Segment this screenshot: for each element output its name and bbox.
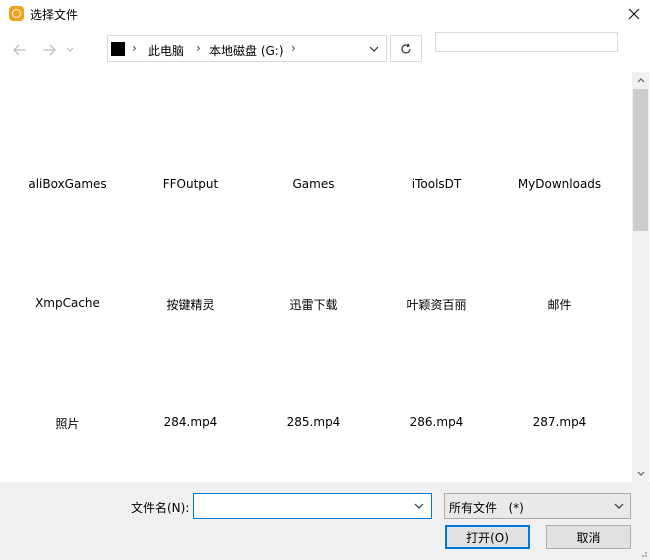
- filename-input[interactable]: [194, 494, 414, 518]
- file-item-label: 285.mp4: [286, 415, 341, 429]
- file-list-view[interactable]: aliBoxGames FFOutput Games iToolsDT MyDo…: [0, 72, 632, 482]
- file-item[interactable]: 叶颖资百丽: [375, 191, 498, 312]
- file-item[interactable]: MyDownloads: [498, 72, 621, 191]
- scroll-down-button[interactable]: [632, 465, 649, 482]
- breadcrumb-separator-icon[interactable]: ›: [291, 41, 296, 55]
- breadcrumb-separator-icon[interactable]: ›: [132, 41, 137, 55]
- address-dropdown-button[interactable]: [362, 36, 386, 61]
- file-item-label: MyDownloads: [517, 177, 602, 191]
- scrollbar-thumb[interactable]: [633, 89, 648, 231]
- chevron-down-icon: [66, 47, 74, 52]
- breadcrumb-separator-icon[interactable]: ›: [196, 41, 201, 55]
- vertical-scrollbar[interactable]: [632, 72, 649, 482]
- breadcrumb-this-pc[interactable]: 此电脑: [148, 42, 184, 59]
- filetype-dropdown-button[interactable]: [608, 494, 630, 518]
- refresh-button[interactable]: [390, 35, 422, 62]
- file-item[interactable]: 286.mp4: [375, 310, 498, 429]
- arrow-right-icon: [43, 44, 56, 56]
- app-icon: [9, 6, 24, 21]
- file-item-label: XmpCache: [35, 296, 100, 310]
- filename-dropdown-button[interactable]: [407, 494, 431, 518]
- file-item[interactable]: aliBoxGames: [6, 72, 129, 191]
- drive-icon: [111, 42, 125, 56]
- filetype-select[interactable]: 所有文件 (*): [444, 493, 631, 519]
- file-grid: aliBoxGames FFOutput Games iToolsDT MyDo…: [6, 72, 626, 431]
- resize-grip-icon[interactable]: [638, 548, 648, 558]
- file-item-label: iToolsDT: [411, 177, 462, 191]
- file-item-label: 287.mp4: [532, 415, 587, 429]
- breadcrumb-drive-g[interactable]: 本地磁盘 (G:): [209, 42, 284, 59]
- arrow-left-icon: [13, 44, 26, 56]
- file-item-label: Games: [292, 177, 335, 191]
- filename-label: 文件名(N):: [131, 501, 190, 515]
- scroll-up-button[interactable]: [632, 72, 649, 89]
- file-item-label: 286.mp4: [409, 415, 464, 429]
- chevron-down-icon: [369, 46, 379, 52]
- file-item[interactable]: iToolsDT: [375, 72, 498, 191]
- address-bar[interactable]: › 此电脑 › 本地磁盘 (G:) ›: [107, 35, 387, 62]
- file-item[interactable]: 邮件: [498, 191, 621, 312]
- chevron-down-icon: [637, 471, 644, 476]
- filetype-value: 所有文件 (*): [449, 501, 524, 515]
- refresh-icon: [401, 43, 411, 53]
- close-icon: [628, 8, 640, 20]
- file-item[interactable]: XmpCache: [6, 191, 129, 310]
- file-item[interactable]: 按键精灵: [129, 191, 252, 312]
- file-item[interactable]: Games: [252, 72, 375, 191]
- title-bar: 选择文件: [0, 0, 650, 28]
- file-item-label: FFOutput: [162, 177, 219, 191]
- chevron-down-icon: [614, 503, 624, 509]
- file-item[interactable]: FFOutput: [129, 72, 252, 191]
- close-button[interactable]: [618, 0, 650, 28]
- recent-locations-button[interactable]: [63, 40, 77, 60]
- cancel-button[interactable]: 取消: [546, 525, 631, 549]
- chevron-down-icon: [414, 503, 424, 509]
- dialog-footer: 文件名(N): 所有文件 (*) 打开(O) 取消: [0, 482, 650, 560]
- back-button[interactable]: [10, 40, 30, 60]
- file-item-label: 284.mp4: [163, 415, 218, 429]
- file-item[interactable]: 照片: [6, 310, 129, 431]
- search-input[interactable]: [435, 32, 618, 52]
- file-item[interactable]: 287.mp4: [498, 310, 621, 429]
- open-button[interactable]: 打开(O): [445, 525, 530, 549]
- file-item-label: 照片: [55, 417, 80, 431]
- file-item[interactable]: 284.mp4: [129, 310, 252, 429]
- forward-button[interactable]: [39, 40, 59, 60]
- file-item-label: aliBoxGames: [28, 177, 107, 191]
- chevron-up-icon: [637, 78, 644, 83]
- window-title: 选择文件: [30, 8, 79, 22]
- filename-combobox[interactable]: [193, 493, 432, 519]
- file-item[interactable]: 迅雷下载: [252, 191, 375, 312]
- file-item[interactable]: 285.mp4: [252, 310, 375, 429]
